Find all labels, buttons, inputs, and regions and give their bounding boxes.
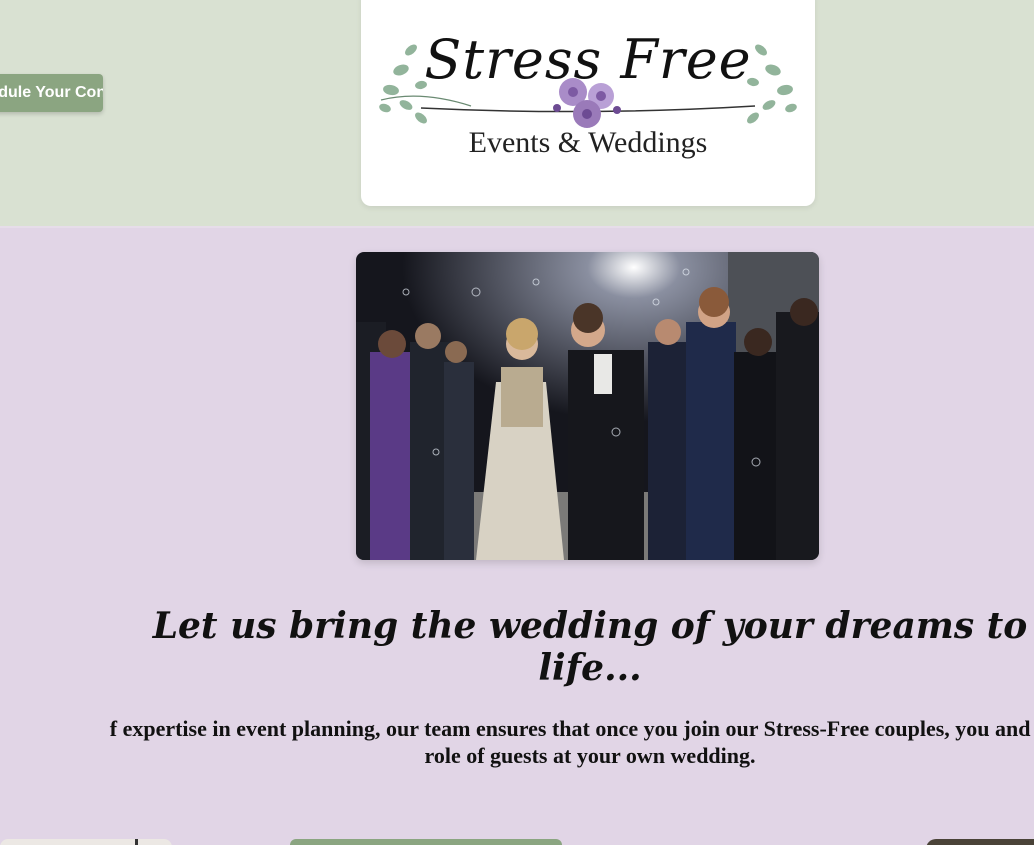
site-header: Schedule Your Consultation Today (0, 0, 1034, 228)
service-card-middle[interactable] (290, 839, 562, 845)
logo[interactable]: Stress Free Events & Weddings (361, 0, 815, 206)
tagline-heading: Let us bring the wedding of your dreams … (152, 605, 1028, 689)
wedding-photo (356, 252, 819, 560)
service-card-right[interactable] (926, 839, 1034, 845)
service-card-left[interactable] (0, 839, 172, 845)
intro-paragraph-line1: f expertise in event planning, our team … (109, 716, 1034, 741)
intro-paragraph: f expertise in event planning, our team … (0, 715, 1034, 769)
logo-subtitle: Events & Weddings (468, 126, 708, 159)
page: Schedule Your Consultation Today (0, 0, 1034, 845)
service-card-left-detail (135, 839, 138, 845)
schedule-consultation-button[interactable]: Schedule Your Consultation Today (0, 74, 103, 112)
logo-script-text: Stress Free (424, 28, 752, 91)
intro-paragraph-line2: role of guests at your own wedding. (424, 743, 756, 768)
